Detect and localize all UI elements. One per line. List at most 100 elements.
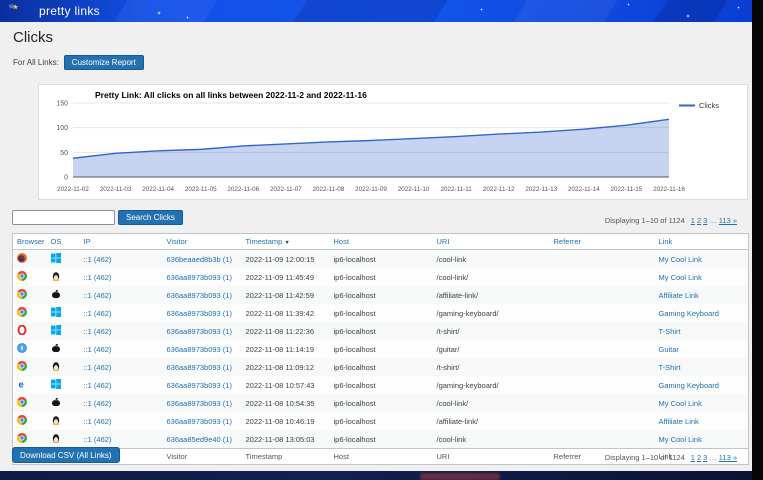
table-row: ::1 (462) 636aa8973b093 (1) 2022-11-08 1… [13, 412, 749, 430]
pretty-link-title-link[interactable]: T-Shirt [659, 363, 681, 372]
search-input[interactable] [12, 210, 115, 225]
visitor-link[interactable]: 636aa8973b093 (1) [167, 309, 232, 318]
timestamp-cell: 2022-11-08 11:09:12 [242, 358, 330, 376]
column-header-browser[interactable]: Browser [17, 237, 45, 246]
uri-cell: /cool-link [433, 430, 550, 449]
pretty-link-title-link[interactable]: Affiliate Link [659, 291, 699, 300]
linux-os-icon [51, 361, 61, 371]
timestamp-cell: 2022-11-08 10:57:43 [242, 376, 330, 394]
timestamp-cell: 2022-11-08 10:54:35 [242, 394, 330, 412]
x-axis-tick-label: 2022-11-15 [611, 186, 643, 193]
ip-link[interactable]: ::1 (462) [84, 291, 112, 300]
page-link-1[interactable]: 1 [691, 453, 695, 462]
x-axis-tick-label: 2022-11-14 [568, 186, 600, 193]
pretty-link-title-link[interactable]: My Cool Link [659, 255, 702, 264]
column-header-link[interactable]: Link [659, 237, 673, 246]
table-row: ::1 (462) 636aa8973b093 (1) 2022-11-08 1… [13, 340, 749, 358]
legend-label: Clicks [699, 101, 719, 110]
page-link-2[interactable]: 2 [697, 216, 701, 225]
search-clicks-button[interactable]: Search Clicks [118, 210, 183, 225]
linux-os-icon [51, 415, 61, 425]
opera-browser-icon [17, 325, 27, 335]
ip-link[interactable]: ::1 (462) [84, 399, 112, 408]
visitor-link[interactable]: 636aa8973b093 (1) [167, 291, 232, 300]
screen: pretty links Clicks For All Links: Custo… [0, 0, 763, 480]
column-header-host[interactable]: Host [334, 237, 349, 246]
host-cell: ip6-localhost [330, 376, 433, 394]
edge-browser-icon: e [17, 379, 27, 389]
ip-link[interactable]: ::1 (462) [84, 363, 112, 372]
pretty-link-title-link[interactable]: T-Shirt [659, 327, 681, 336]
column-header-ip[interactable]: IP [84, 237, 91, 246]
visitor-link[interactable]: 636aa8973b093 (1) [167, 417, 232, 426]
column-header-os[interactable]: OS [51, 237, 62, 246]
x-axis-tick-label: 2022-11-02 [57, 186, 89, 193]
page-link-3[interactable]: 3 [703, 453, 707, 462]
ip-link[interactable]: ::1 (462) [84, 255, 112, 264]
uri-cell: /t-shirt/ [433, 358, 550, 376]
column-header-visitor[interactable]: Visitor [167, 237, 188, 246]
page-link-3[interactable]: 3 [703, 216, 707, 225]
visitor-link[interactable]: 636aa8973b093 (1) [167, 363, 232, 372]
visitor-link[interactable]: 636aa8973b093 (1) [167, 399, 232, 408]
referrer-cell [550, 322, 655, 340]
ip-link[interactable]: ::1 (462) [84, 327, 112, 336]
customize-report-button[interactable]: Customize Report [64, 55, 144, 70]
chrome-browser-icon [17, 307, 27, 317]
ip-link[interactable]: ::1 (462) [84, 273, 112, 282]
pretty-link-title-link[interactable]: My Cool Link [659, 399, 702, 408]
ip-link[interactable]: ::1 (462) [84, 435, 112, 444]
column-header-referrer[interactable]: Referrer [554, 237, 582, 246]
column-header-uri[interactable]: URI [437, 237, 450, 246]
pretty-link-title-link[interactable]: My Cool Link [659, 435, 702, 444]
x-axis-tick-label: 2022-11-09 [355, 186, 387, 193]
visitor-link[interactable]: 636beaaed8b3b (1) [167, 255, 232, 264]
taskbar-glow [420, 473, 500, 480]
x-axis-tick-label: 2022-11-12 [483, 186, 515, 193]
page-link-1[interactable]: 1 [691, 216, 695, 225]
footer-column-visitor: Visitor [163, 449, 242, 465]
column-header-timestamp[interactable]: Timestamp [246, 237, 283, 246]
ip-link[interactable]: ::1 (462) [84, 381, 112, 390]
pretty-link-title-link[interactable]: Gaming Keyboard [659, 309, 719, 318]
y-axis-tick-label: 150 [56, 101, 68, 108]
windows-os-icon [51, 307, 61, 317]
pretty-link-title-link[interactable]: Gaming Keyboard [659, 381, 719, 390]
uri-cell: /cool-link/ [433, 268, 550, 286]
pagination-top: Displaying 1–10 of 1124123…113 » [605, 216, 737, 225]
clicks-area-chart: 0501001502022-11-022022-11-032022-11-042… [39, 99, 747, 199]
timestamp-cell: 2022-11-08 10:46:19 [242, 412, 330, 430]
page-link-2[interactable]: 2 [697, 453, 701, 462]
timestamp-cell: 2022-11-08 11:39:42 [242, 304, 330, 322]
bottom-taskbar-strip [0, 471, 752, 480]
pagination-ellipsis: … [709, 453, 717, 462]
page-link-last[interactable]: 113 » [719, 453, 737, 462]
visitor-link[interactable]: 636aa8973b093 (1) [167, 381, 232, 390]
download-csv-button[interactable]: Download CSV (All Links) [12, 447, 120, 463]
page-link-last[interactable]: 113 » [719, 216, 737, 225]
sparkle-icon [480, 8, 483, 11]
pretty-links-star-icon [9, 2, 35, 20]
ip-link[interactable]: ::1 (462) [84, 345, 112, 354]
x-axis-tick-label: 2022-11-07 [270, 186, 302, 193]
visitor-link[interactable]: 636aa8973b093 (1) [167, 327, 232, 336]
clicks-chart-card: Pretty Link: All clicks on all links bet… [38, 84, 748, 200]
pretty-link-title-link[interactable]: Affiliate Link [659, 417, 699, 426]
table-row: ::1 (462) 636aa8973b093 (1) 2022-11-08 1… [13, 394, 749, 412]
table-row: ::1 (462) 636aa85ed9e40 (1) 2022-11-08 1… [13, 430, 749, 449]
apple-os-icon [51, 289, 61, 299]
chrome-browser-icon [17, 289, 27, 299]
table-row: ::1 (462) 636aa8973b093 (1) 2022-11-08 1… [13, 304, 749, 322]
visitor-link[interactable]: 636aa85ed9e40 (1) [167, 435, 232, 444]
pretty-link-title-link[interactable]: My Cool Link [659, 273, 702, 282]
apple-os-icon [51, 343, 61, 353]
visitor-link[interactable]: 636aa8973b093 (1) [167, 273, 232, 282]
ip-link[interactable]: ::1 (462) [84, 417, 112, 426]
ip-link[interactable]: ::1 (462) [84, 309, 112, 318]
visitor-link[interactable]: 636aa8973b093 (1) [167, 345, 232, 354]
pretty-link-title-link[interactable]: Guitar [659, 345, 679, 354]
host-cell: ip6-localhost [330, 322, 433, 340]
uri-cell: /cool-link [433, 250, 550, 269]
filter-label: For All Links: [13, 58, 59, 67]
table-row: e ::1 (462) 636aa8973b093 (1) 2022-11-08… [13, 376, 749, 394]
